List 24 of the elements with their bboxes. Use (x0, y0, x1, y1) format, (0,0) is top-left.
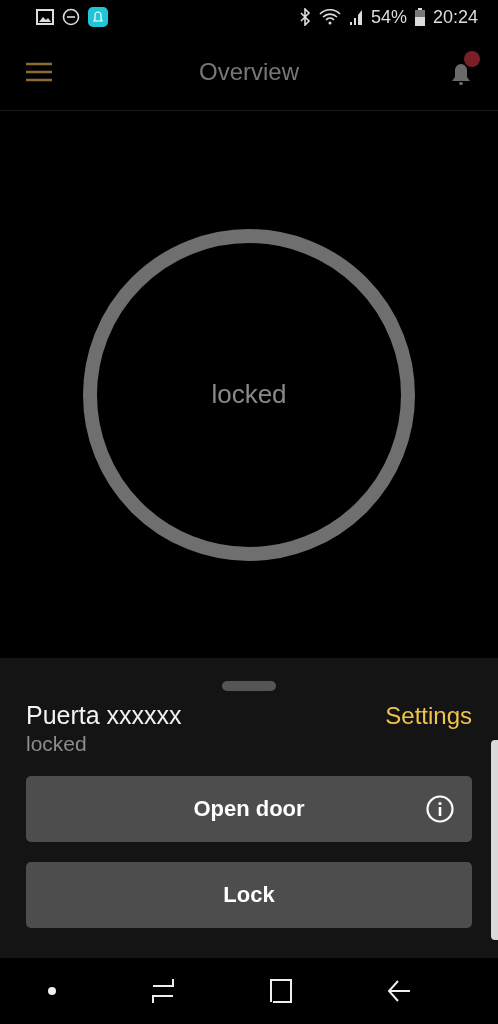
gallery-icon (36, 9, 54, 25)
lock-button[interactable]: Lock (26, 862, 472, 928)
clock: 20:24 (432, 6, 478, 28)
signal-icon (348, 9, 363, 25)
menu-icon[interactable] (26, 62, 52, 82)
open-door-button[interactable]: Open door (26, 776, 472, 842)
lock-status-text: locked (211, 379, 287, 410)
home-icon[interactable] (269, 978, 293, 1004)
back-icon[interactable] (387, 979, 411, 1003)
battery-percentage: 54% (370, 6, 407, 28)
info-icon[interactable] (426, 795, 454, 823)
screen-title: Overview (198, 58, 300, 86)
device-status: locked (26, 732, 88, 756)
settings-link[interactable]: Settings (385, 701, 472, 730)
lock-status-ring[interactable]: locked (83, 228, 415, 561)
dot-icon[interactable] (47, 986, 57, 996)
device-name: Puerta xxxxxx (26, 701, 183, 730)
drag-handle[interactable] (222, 681, 276, 691)
recent-apps-icon[interactable] (151, 978, 175, 1004)
wifi-icon (318, 9, 341, 25)
bell-app-icon (88, 7, 108, 27)
do-not-disturb-icon (62, 8, 80, 26)
battery-icon (414, 8, 425, 26)
bluetooth-icon (298, 8, 311, 26)
